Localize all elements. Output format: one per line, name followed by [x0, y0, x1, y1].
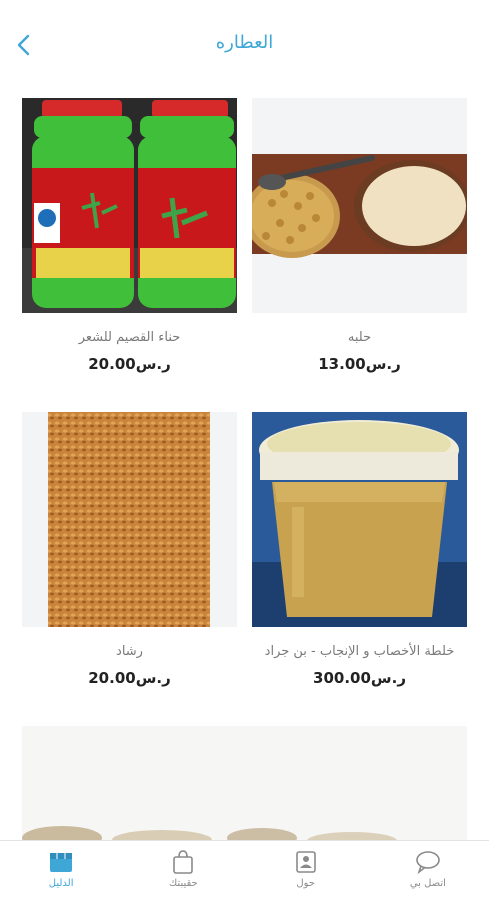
- product-price: ر.س300.00: [313, 669, 406, 687]
- contact-card-icon: [295, 851, 316, 873]
- product-price: ر.س13.00: [318, 355, 401, 373]
- product-card[interactable]: حناء القصيم للشعر ر.س20.00: [22, 98, 237, 373]
- product-name[interactable]: رشاد: [22, 644, 237, 659]
- tab-about[interactable]: حول: [245, 841, 367, 900]
- store-icon: [50, 853, 73, 872]
- chat-bubble-icon: [416, 851, 440, 875]
- tab-label: الدليل: [48, 878, 74, 889]
- product-image-cress[interactable]: [22, 412, 237, 627]
- product-card[interactable]: خلطة الأخصاب و الإنجاب - بن جراد ر.س300.…: [252, 412, 467, 687]
- tab-label: اتصل بي: [409, 878, 446, 889]
- product-image-partial[interactable]: [22, 726, 467, 846]
- product-name[interactable]: حلبه: [252, 330, 467, 345]
- tab-directory[interactable]: الدليل: [0, 841, 122, 900]
- app-header: العطاره: [0, 0, 489, 90]
- tab-label: حقيبتك: [169, 878, 198, 889]
- product-image-fenugreek[interactable]: [252, 98, 467, 313]
- product-image-henna[interactable]: [22, 98, 237, 313]
- tab-label: حول: [296, 878, 315, 889]
- product-card[interactable]: حلبه ر.س13.00: [252, 98, 467, 373]
- product-name[interactable]: خلطة الأخصاب و الإنجاب - بن جراد: [252, 644, 467, 659]
- product-image-honey-mix[interactable]: [252, 412, 467, 627]
- product-name[interactable]: حناء القصيم للشعر: [22, 330, 237, 345]
- product-price: ر.س20.00: [88, 669, 171, 687]
- bottom-tab-bar: الدليل حقيبتك حول اتصل بي: [0, 840, 489, 900]
- product-price: ر.س20.00: [88, 355, 171, 373]
- tab-contact[interactable]: اتصل بي: [367, 841, 489, 900]
- tab-bag[interactable]: حقيبتك: [122, 841, 244, 900]
- shopping-bag-icon: [173, 850, 194, 874]
- product-card[interactable]: رشاد ر.س20.00: [22, 412, 237, 687]
- page-title: العطاره: [215, 32, 274, 53]
- product-card[interactable]: [22, 726, 467, 846]
